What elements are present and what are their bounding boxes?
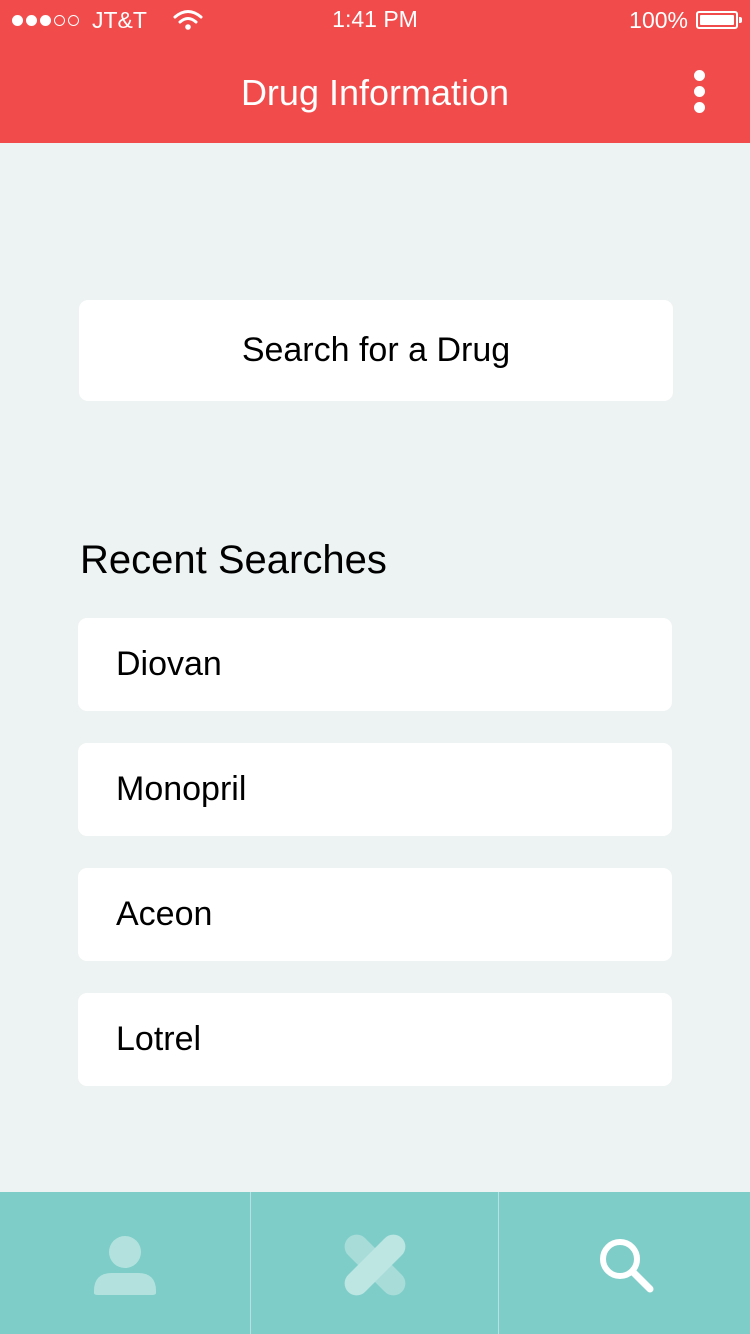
tab-search[interactable] bbox=[499, 1192, 750, 1334]
recent-search-label: Lotrel bbox=[116, 1020, 202, 1058]
tab-treatments[interactable] bbox=[251, 1192, 498, 1334]
nav-bar: Drug Information bbox=[0, 40, 750, 143]
status-right: 100% bbox=[629, 6, 742, 34]
search-drug-button[interactable]: Search for a Drug bbox=[79, 300, 673, 401]
recent-search-label: Monopril bbox=[116, 770, 247, 808]
battery-icon bbox=[696, 11, 742, 29]
search-icon bbox=[600, 1239, 654, 1293]
status-bar: JT&T 1:41 PM 100% bbox=[0, 0, 750, 40]
user-icon bbox=[94, 1236, 156, 1295]
recent-searches-heading: Recent Searches bbox=[80, 538, 387, 582]
recent-search-item[interactable]: Lotrel bbox=[78, 993, 672, 1086]
recent-search-item[interactable]: Monopril bbox=[78, 743, 672, 836]
recent-search-label: Diovan bbox=[116, 645, 222, 683]
recent-search-item[interactable]: Aceon bbox=[78, 868, 672, 961]
recent-search-label: Aceon bbox=[116, 895, 213, 933]
bandage-icon bbox=[344, 1234, 406, 1296]
more-vertical-icon[interactable] bbox=[688, 70, 712, 114]
tab-profile[interactable] bbox=[0, 1192, 250, 1334]
battery-percentage: 100% bbox=[629, 6, 688, 33]
page-title: Drug Information bbox=[240, 72, 510, 113]
recent-search-item[interactable]: Diovan bbox=[78, 618, 672, 711]
tab-bar bbox=[0, 1192, 750, 1334]
